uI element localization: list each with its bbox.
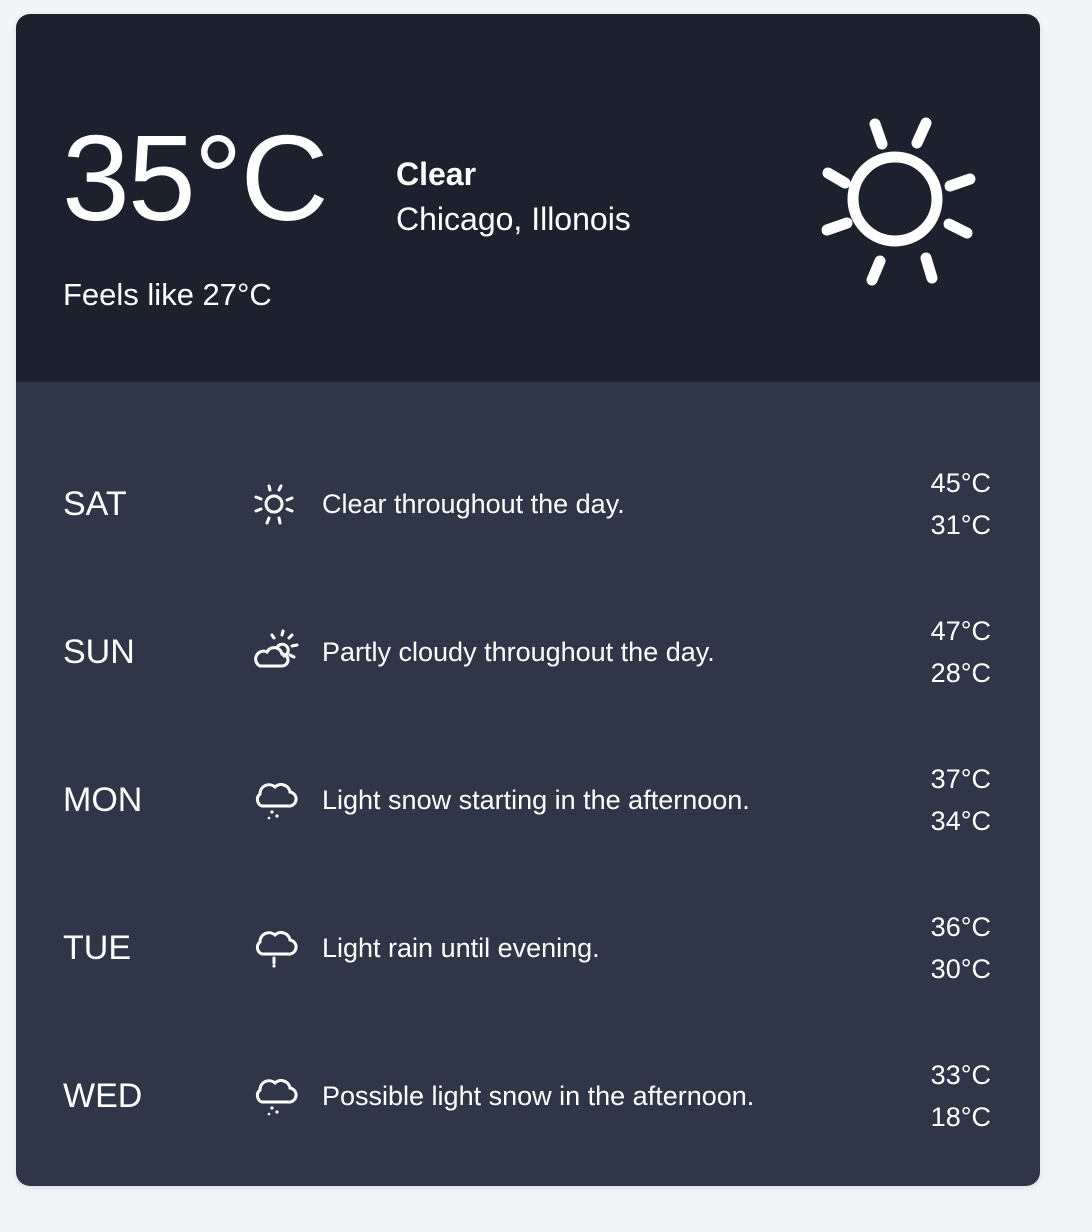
current-condition-block: Clear Chicago, Illonois <box>396 154 631 242</box>
current-temperature: 35°C <box>62 110 329 246</box>
forecast-low: 31°C <box>930 510 991 540</box>
partly-cloudy-icon <box>254 629 299 668</box>
forecast-low: 18°C <box>930 1102 991 1132</box>
forecast-high: 47°C <box>930 616 991 646</box>
forecast-row-sat: SAT Clear throughout the day. 45°C 31°C <box>16 430 1040 578</box>
forecast-day: SUN <box>63 633 135 671</box>
snow-icon <box>255 1079 298 1116</box>
forecast-high: 45°C <box>930 468 991 498</box>
forecast-high: 36°C <box>930 912 991 942</box>
feels-like: Feels like 27°C <box>63 277 272 312</box>
current-condition: Clear <box>396 156 477 192</box>
current-weather: 35°C Clear Chicago, Illonois Feels like … <box>16 14 1040 382</box>
forecast-row-tue: TUE Light rain until evening. 36°C 30°C <box>16 874 1040 1022</box>
forecast-summary: Partly cloudy throughout the day. <box>322 637 715 667</box>
forecast-temps: 47°C 28°C <box>931 610 991 694</box>
forecast-temps: 45°C 31°C <box>931 462 991 546</box>
forecast-temps: 37°C 34°C <box>931 758 991 842</box>
forecast-temps: 33°C 18°C <box>931 1054 991 1138</box>
forecast-low: 28°C <box>930 658 991 688</box>
snow-icon <box>255 783 298 820</box>
forecast-temps: 36°C 30°C <box>931 906 991 990</box>
rain-icon <box>255 931 298 968</box>
forecast-high: 37°C <box>930 764 991 794</box>
sun-icon <box>821 117 976 286</box>
forecast-day: SAT <box>63 485 127 523</box>
forecast-day: TUE <box>63 929 131 967</box>
forecast-day: MON <box>63 781 143 819</box>
current-location: Chicago, Illonois <box>396 201 631 237</box>
forecast-summary: Light snow starting in the afternoon. <box>322 785 750 815</box>
forecast-high: 33°C <box>930 1060 991 1090</box>
forecast-row-wed: WED Possible light snow in the afternoon… <box>16 1022 1040 1170</box>
forecast-summary: Light rain until evening. <box>322 933 600 963</box>
forecast-low: 30°C <box>930 954 991 984</box>
forecast-summary: Clear throughout the day. <box>322 489 625 519</box>
forecast-summary: Possible light snow in the afternoon. <box>322 1081 755 1111</box>
forecast-low: 34°C <box>930 806 991 836</box>
sun-icon <box>254 484 294 525</box>
forecast-day: WED <box>63 1077 143 1115</box>
forecast-row-sun: SUN Partly cloudy throughout the day. 47… <box>16 578 1040 726</box>
forecast-list: SAT Clear throughout the day. 45°C 31°C <box>16 382 1040 1186</box>
weather-card: 35°C Clear Chicago, Illonois Feels like … <box>16 14 1040 1186</box>
forecast-row-mon: MON Light snow starting in the afternoon… <box>16 726 1040 874</box>
